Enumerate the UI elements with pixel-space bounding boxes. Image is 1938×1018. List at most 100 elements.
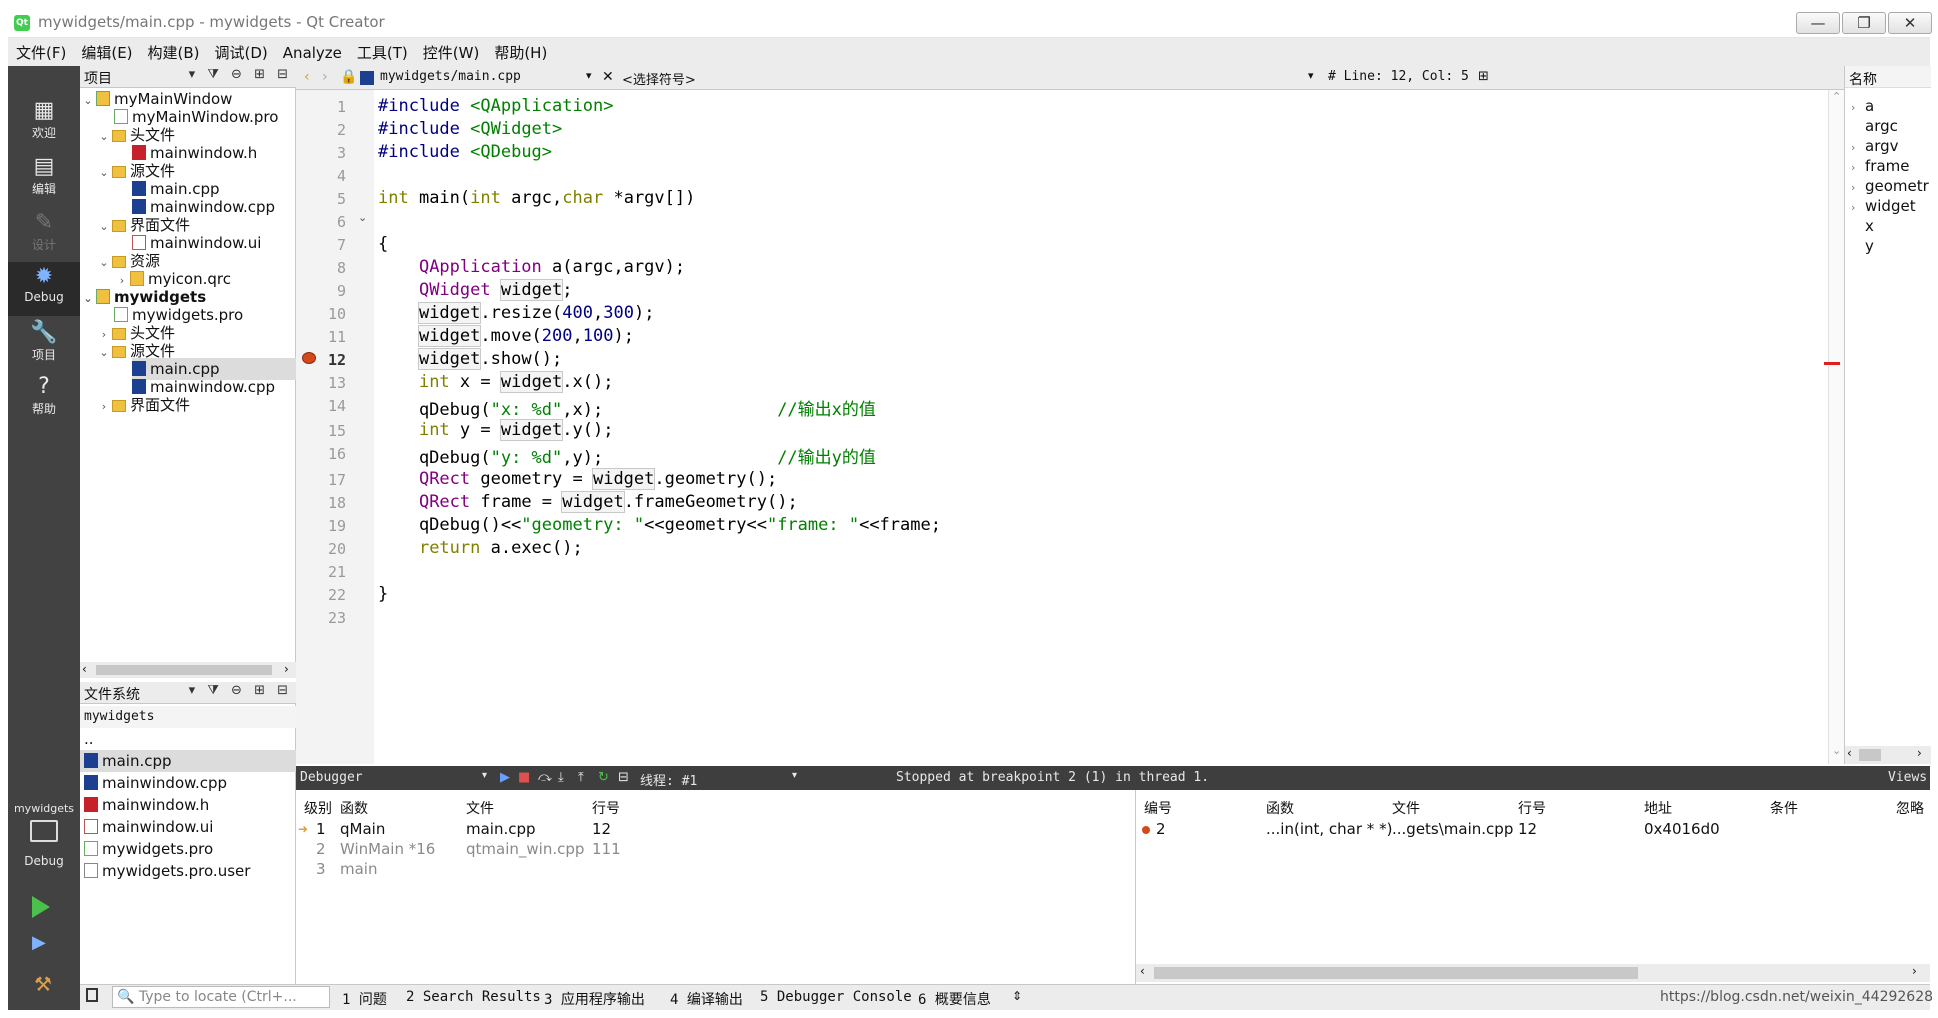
mode-projects[interactable]: 🔧 项目 — [8, 318, 80, 372]
scroll-left-icon[interactable]: ‹ — [1847, 746, 1852, 760]
output-tab-issues[interactable]: 1 问题 — [342, 989, 387, 1009]
stack-header-function[interactable]: 函数 — [340, 798, 368, 818]
outline-header-label[interactable]: 名称 — [1849, 69, 1877, 89]
symbol-selector[interactable]: <选择符号> — [622, 69, 696, 88]
close-button[interactable]: ✕ — [1888, 12, 1932, 34]
close-file-icon[interactable]: ✕ — [602, 69, 614, 85]
split-icon[interactable]: ⊞ — [1478, 69, 1489, 84]
more-tabs-icon[interactable]: ⇕ — [1012, 989, 1022, 1003]
scroll-down-icon[interactable]: ⌄ — [1832, 744, 1841, 757]
editor-vertical-scrollbar[interactable]: ⌃ ⌄ — [1828, 90, 1844, 764]
bp-row-id[interactable]: 2 — [1156, 820, 1166, 838]
scroll-right-icon[interactable]: › — [1912, 964, 1917, 978]
scroll-left-icon[interactable]: ‹ — [82, 662, 87, 676]
fs-item-mywidgets-pro-user[interactable]: mywidgets.pro.user — [80, 860, 296, 882]
stack-row-1-level[interactable]: 1 — [316, 820, 326, 838]
outline-item-x[interactable]: x — [1865, 216, 1874, 236]
line-number[interactable]: 7 — [296, 236, 346, 254]
expand-arrow-icon[interactable]: ⌄ — [96, 342, 112, 364]
fs-item-mainwindow-ui[interactable]: mainwindow.ui — [80, 816, 296, 838]
line-number[interactable]: 2 — [296, 121, 346, 139]
views-button[interactable]: Views — [1888, 770, 1927, 785]
locator-input[interactable]: 🔍 Type to locate (Ctrl+... — [112, 986, 330, 1008]
toggle-sidebar-icon[interactable] — [86, 988, 98, 1002]
output-tab-application-output[interactable]: 3 应用程序输出 — [544, 989, 645, 1009]
expand-arrow-icon[interactable]: ⌄ — [96, 216, 112, 238]
expand-arrow-icon[interactable]: ⌄ — [80, 90, 96, 112]
expand-arrow-icon[interactable]: › — [1851, 138, 1865, 158]
cursor-position[interactable]: # Line: 12, Col: 5 — [1328, 69, 1469, 84]
line-number[interactable]: 6 — [296, 213, 346, 231]
expand-arrow-icon[interactable]: ⌄ — [96, 162, 112, 184]
outline-item-a[interactable]: › a — [1851, 96, 1874, 116]
outline-item-argc[interactable]: argc — [1865, 116, 1898, 136]
filesystem-path[interactable]: mywidgets — [80, 706, 296, 728]
monitor-icon[interactable] — [30, 820, 58, 842]
fs-item-mainwindow-h[interactable]: mainwindow.h — [80, 794, 296, 816]
menu-file[interactable]: 文件(F) — [8, 38, 73, 63]
breakpoints-horizontal-scrollbar[interactable]: ‹ › — [1136, 964, 1930, 982]
mode-debug[interactable]: ✹ Debug — [8, 262, 80, 316]
scroll-left-icon[interactable]: ‹ — [1140, 964, 1145, 978]
line-number[interactable]: 14 — [296, 397, 346, 415]
debug-run-icon[interactable]: ▶ — [32, 932, 54, 956]
build-hammer-icon[interactable]: ⚒ — [34, 972, 56, 996]
run-icon[interactable] — [32, 896, 50, 918]
stack-row-1-file[interactable]: main.cpp — [466, 820, 536, 838]
line-number[interactable]: 19 — [296, 517, 346, 535]
fs-item-mywidgets-pro[interactable]: mywidgets.pro — [80, 838, 296, 860]
restart-icon[interactable]: ↻ — [598, 770, 609, 785]
line-number[interactable]: 18 — [296, 494, 346, 512]
file-dropdown-icon[interactable]: ▾ — [586, 69, 592, 82]
bp-row-file[interactable]: ...gets\main.cpp — [1392, 820, 1513, 838]
editor-file-tab[interactable]: mywidgets/main.cpp — [380, 69, 521, 84]
stack-row-2-file[interactable]: qtmain_win.cpp — [466, 840, 584, 858]
bp-header-ignore[interactable]: 忽略 — [1896, 798, 1924, 818]
line-number[interactable]: 16 — [296, 445, 346, 463]
back-arrow-icon[interactable]: ‹ — [304, 69, 310, 85]
filesystem-pane-title[interactable]: 文件系统 — [84, 684, 140, 704]
bp-header-function[interactable]: 函数 — [1266, 798, 1294, 818]
line-number[interactable]: 3 — [296, 144, 346, 162]
stop-debugger-icon[interactable]: ■ — [518, 770, 530, 785]
project-horizontal-scrollbar[interactable]: ‹ › — [80, 662, 296, 678]
expand-arrow-icon[interactable]: › — [1851, 158, 1865, 178]
continue-icon[interactable]: ▶ — [500, 770, 510, 785]
expand-arrow-icon[interactable]: › — [1851, 198, 1865, 218]
minimize-button[interactable]: — — [1796, 12, 1840, 34]
line-number[interactable]: 23 — [296, 609, 346, 627]
line-number[interactable]: 21 — [296, 563, 346, 581]
fold-arrow-icon[interactable]: ⌄ — [358, 211, 367, 224]
line-number[interactable]: 13 — [296, 374, 346, 392]
debugger-selector[interactable]: Debugger — [300, 770, 363, 785]
mode-design[interactable]: ✎ 设计 — [8, 208, 80, 262]
scrollbar-thumb[interactable] — [1859, 749, 1881, 761]
line-number[interactable]: 1 — [296, 98, 346, 116]
output-tab-compile-output[interactable]: 4 编译输出 — [670, 989, 743, 1009]
project-pane-tools[interactable]: ▾ ⧩ ⊖ ⊞ ⊟ — [189, 67, 292, 82]
expand-arrow-icon[interactable]: › — [1851, 178, 1865, 198]
step-over-icon[interactable]: ⤼ — [538, 770, 552, 785]
stack-row-1-line[interactable]: 12 — [592, 820, 611, 838]
stack-header-line[interactable]: 行号 — [592, 798, 620, 818]
line-number[interactable]: 11 — [296, 328, 346, 346]
bp-header-id[interactable]: 编号 — [1144, 798, 1172, 818]
symbol-dropdown-icon[interactable]: ▾ — [1308, 69, 1314, 82]
expand-arrow-icon[interactable]: › — [1851, 98, 1865, 118]
outline-item-widget[interactable]: › widget — [1851, 196, 1916, 216]
thread-selector[interactable]: 线程: #1 — [640, 770, 697, 789]
expand-arrow-icon[interactable]: ⌄ — [96, 126, 112, 148]
stack-header-file[interactable]: 文件 — [466, 798, 494, 818]
menu-help[interactable]: 帮助(H) — [486, 38, 554, 63]
scroll-right-icon[interactable]: › — [1917, 746, 1922, 760]
bp-row-line[interactable]: 12 — [1518, 820, 1537, 838]
mode-help[interactable]: ? 帮助 — [8, 372, 80, 426]
stack-row-3-level[interactable]: 3 — [316, 860, 326, 878]
stack-row-1-function[interactable]: qMain — [340, 820, 385, 838]
expand-arrow-icon[interactable]: › — [96, 396, 112, 418]
line-number[interactable]: 20 — [296, 540, 346, 558]
expand-arrow-icon[interactable]: ⌄ — [80, 288, 96, 310]
line-number[interactable]: 9 — [296, 282, 346, 300]
outline-item-geometry[interactable]: › geometr — [1851, 176, 1929, 196]
menu-tools[interactable]: 工具(T) — [349, 38, 415, 63]
